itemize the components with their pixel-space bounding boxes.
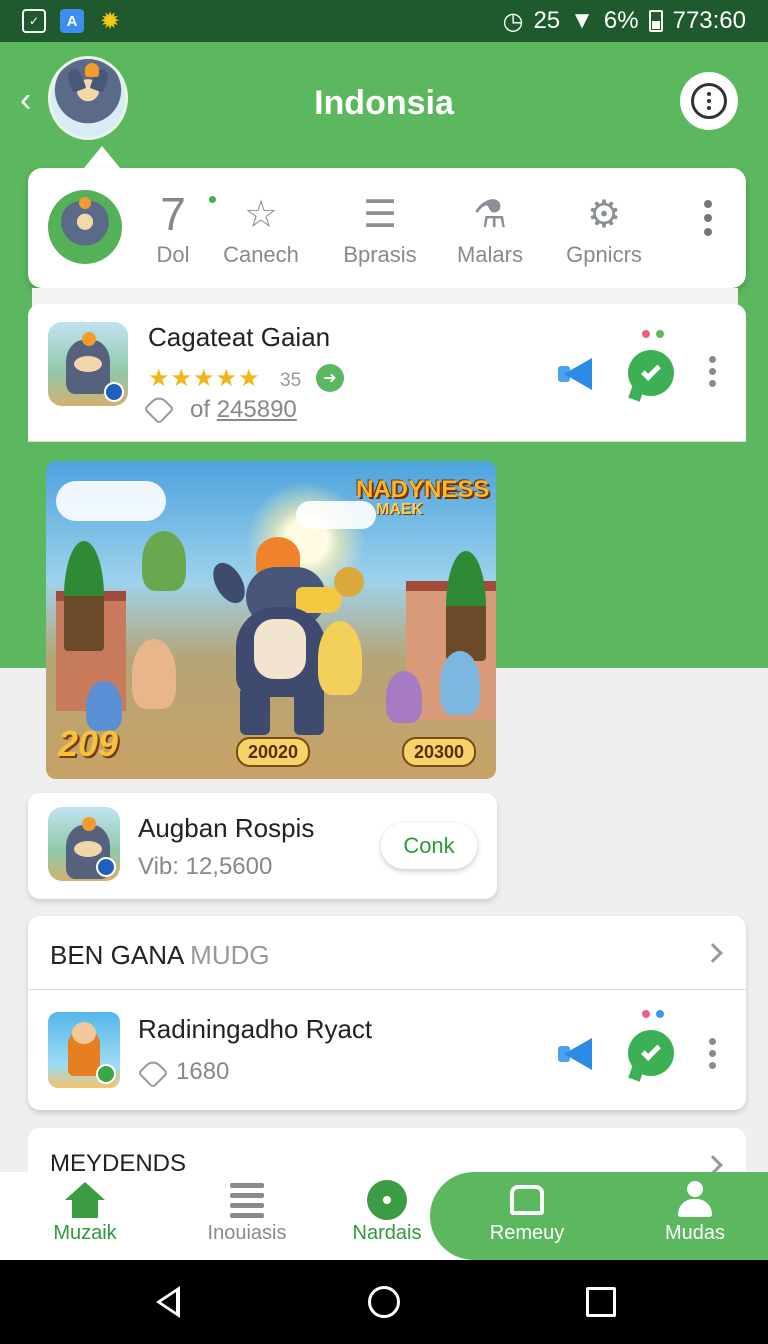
banner-chip-left: 20020 [236, 737, 311, 767]
section-title: BEN GANA MUDG [50, 940, 270, 971]
tab-label: Malars [456, 242, 523, 267]
more-options-button[interactable] [680, 72, 738, 130]
app-icon [48, 807, 120, 881]
gear-icon: ⚙ [586, 193, 622, 236]
list-icon: ☰ [362, 193, 398, 236]
system-back-icon[interactable] [156, 1286, 180, 1318]
nav-label: Nardais [352, 1222, 422, 1244]
download-count: of 245890 [190, 396, 297, 424]
gallery-icon: ✓ [22, 9, 46, 33]
count-value: 245890 [216, 396, 297, 423]
app-title: Cagateat Gaian [148, 322, 331, 352]
featured-app-title: Augban Rospis [138, 813, 315, 843]
tab-avatar[interactable] [48, 190, 122, 264]
home-icon [65, 1182, 105, 1218]
clock: 773:60 [672, 7, 746, 34]
app-icon [48, 322, 128, 406]
nav-muzaik[interactable]: Muzaik [20, 1178, 150, 1245]
gear-icon [367, 1180, 407, 1220]
store-icon [510, 1185, 544, 1215]
rating-stars: ★★★★★ [148, 365, 261, 392]
person-icon [678, 1181, 712, 1219]
avatar-pointer [84, 146, 120, 168]
promo-banner[interactable]: NADYNESS MAEK 209 20020 20300 [46, 461, 496, 779]
banner-subtitle: MAEK [376, 501, 424, 518]
translate-icon: A [60, 9, 84, 33]
system-recents-icon[interactable] [586, 1287, 616, 1317]
app-icon[interactable] [48, 1012, 120, 1088]
tab-label: Gpnicrs [566, 242, 642, 267]
tab-dol-value: 7 [160, 188, 186, 240]
banner-title: NADYNESS [356, 476, 490, 503]
rating-count: 35 [280, 370, 302, 391]
count-prefix: of [190, 396, 211, 423]
list-item-count: 1680 [176, 1058, 230, 1085]
tab-label: Bprasis [343, 242, 417, 267]
nav-inouiasis[interactable]: Inouiasis [182, 1178, 312, 1245]
battery-icon [648, 10, 663, 32]
megaphone-icon[interactable] [558, 356, 598, 392]
favorite-check-button[interactable] [628, 350, 674, 396]
status-bar: ✓ A ✹ ◷ 25 ▼ 6% 773:60 [0, 0, 768, 42]
megaphone-icon[interactable] [558, 1036, 598, 1072]
banner-year: 209 [58, 723, 119, 764]
settings-gear-icon: ✹ [99, 7, 121, 35]
arrow-right-icon[interactable]: ➜ [316, 364, 344, 392]
tab-label: Dol [156, 242, 190, 267]
nav-mudas[interactable]: Mudas [630, 1178, 760, 1245]
list-icon [230, 1182, 264, 1218]
system-home-icon[interactable] [368, 1286, 400, 1318]
tab-dol[interactable]: 7 Dol [138, 188, 216, 268]
tab-bprasis[interactable]: ☰ Bprasis [330, 190, 430, 268]
conk-button[interactable]: Conk [381, 823, 477, 869]
tab-label: Canech [223, 242, 299, 267]
favorite-check-button[interactable] [628, 1030, 674, 1076]
more-options-icon [691, 83, 727, 119]
tabs-overflow-icon[interactable] [704, 200, 712, 236]
app-more-icon[interactable] [709, 356, 716, 387]
tab-malars[interactable]: ⚗ Malars [448, 190, 532, 268]
section-title-muted: MUDG [190, 940, 270, 970]
list-item-title[interactable]: Radiningadho Ryact [138, 1014, 372, 1045]
featured-app-subtitle: Vib: 12,5600 [138, 853, 273, 880]
alarm-text: 25 [533, 7, 561, 34]
nav-label: Inouiasis [207, 1222, 287, 1244]
section-card: BEN GANA MUDG Radiningadho Ryact 1680 [28, 916, 746, 1110]
page-title: Indonsia [314, 84, 454, 122]
star-icon: ☆ [243, 193, 279, 236]
tab-canech[interactable]: ☆ Canech [216, 190, 306, 268]
tag-icon [137, 1057, 169, 1089]
section-header[interactable]: BEN GANA MUDG [28, 916, 746, 990]
category-tabs: 7 Dol ☆ Canech ☰ Bprasis ⚗ Malars ⚙ Gpni… [28, 168, 746, 288]
nav-label: Muzaik [53, 1222, 117, 1244]
featured-app-card[interactable]: Augban Rospis Vib: 12,5600 Conk [28, 793, 497, 899]
battery-percent: 6% [603, 7, 639, 34]
status-dots [642, 1010, 664, 1018]
tag-icon [143, 393, 175, 425]
bottle-icon: ⚗ [472, 193, 508, 236]
nav-remeuy[interactable]: Remeuy [462, 1178, 592, 1245]
wifi-icon: ▼ [570, 7, 594, 34]
app-card[interactable]: Cagateat Gaian ★★★★★ 35 ➜ of 245890 [28, 304, 746, 442]
tab-gpnicrs[interactable]: ⚙ Gpnicrs [556, 190, 652, 268]
banner-chip-right: 20300 [402, 737, 477, 767]
chevron-right-icon [703, 943, 723, 963]
nav-nardais[interactable]: Nardais [322, 1178, 452, 1245]
nav-label: Mudas [664, 1222, 726, 1244]
alarm-icon: ◷ [502, 7, 524, 35]
status-dots [642, 330, 664, 338]
section-title-main: BEN GANA [50, 940, 191, 970]
item-more-icon[interactable] [709, 1038, 716, 1069]
nav-label: Remeuy [489, 1222, 565, 1244]
